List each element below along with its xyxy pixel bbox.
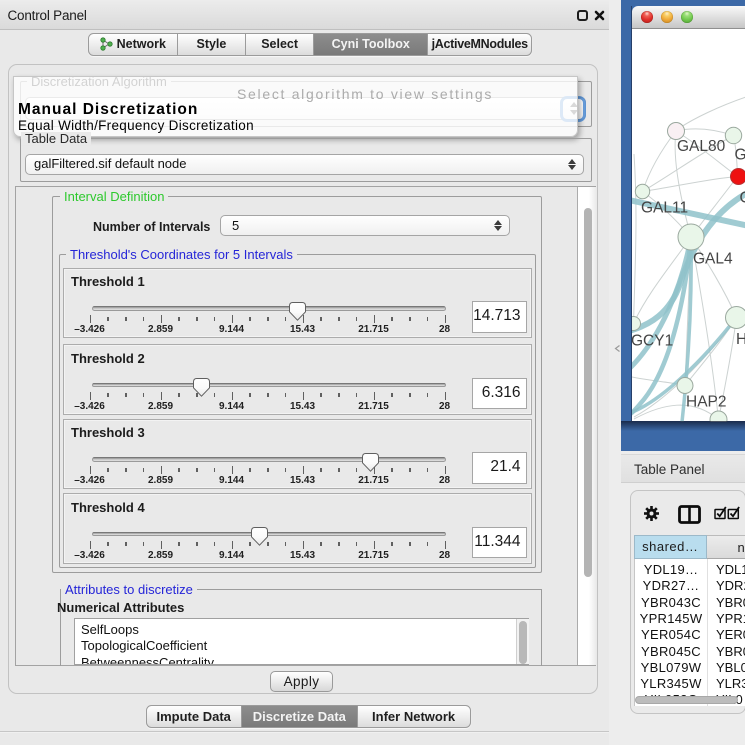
svg-text:CY: CY xyxy=(739,189,745,206)
svg-text:GAL4: GAL4 xyxy=(693,250,733,267)
svg-text:GAL80: GAL80 xyxy=(677,138,726,155)
svg-text:GCY1: GCY1 xyxy=(632,332,673,349)
svg-text:HI: HI xyxy=(736,331,745,348)
svg-text:GAL11: GAL11 xyxy=(641,199,688,216)
svg-text:HAP2: HAP2 xyxy=(686,393,727,410)
svg-text:GA: GA xyxy=(734,146,745,163)
